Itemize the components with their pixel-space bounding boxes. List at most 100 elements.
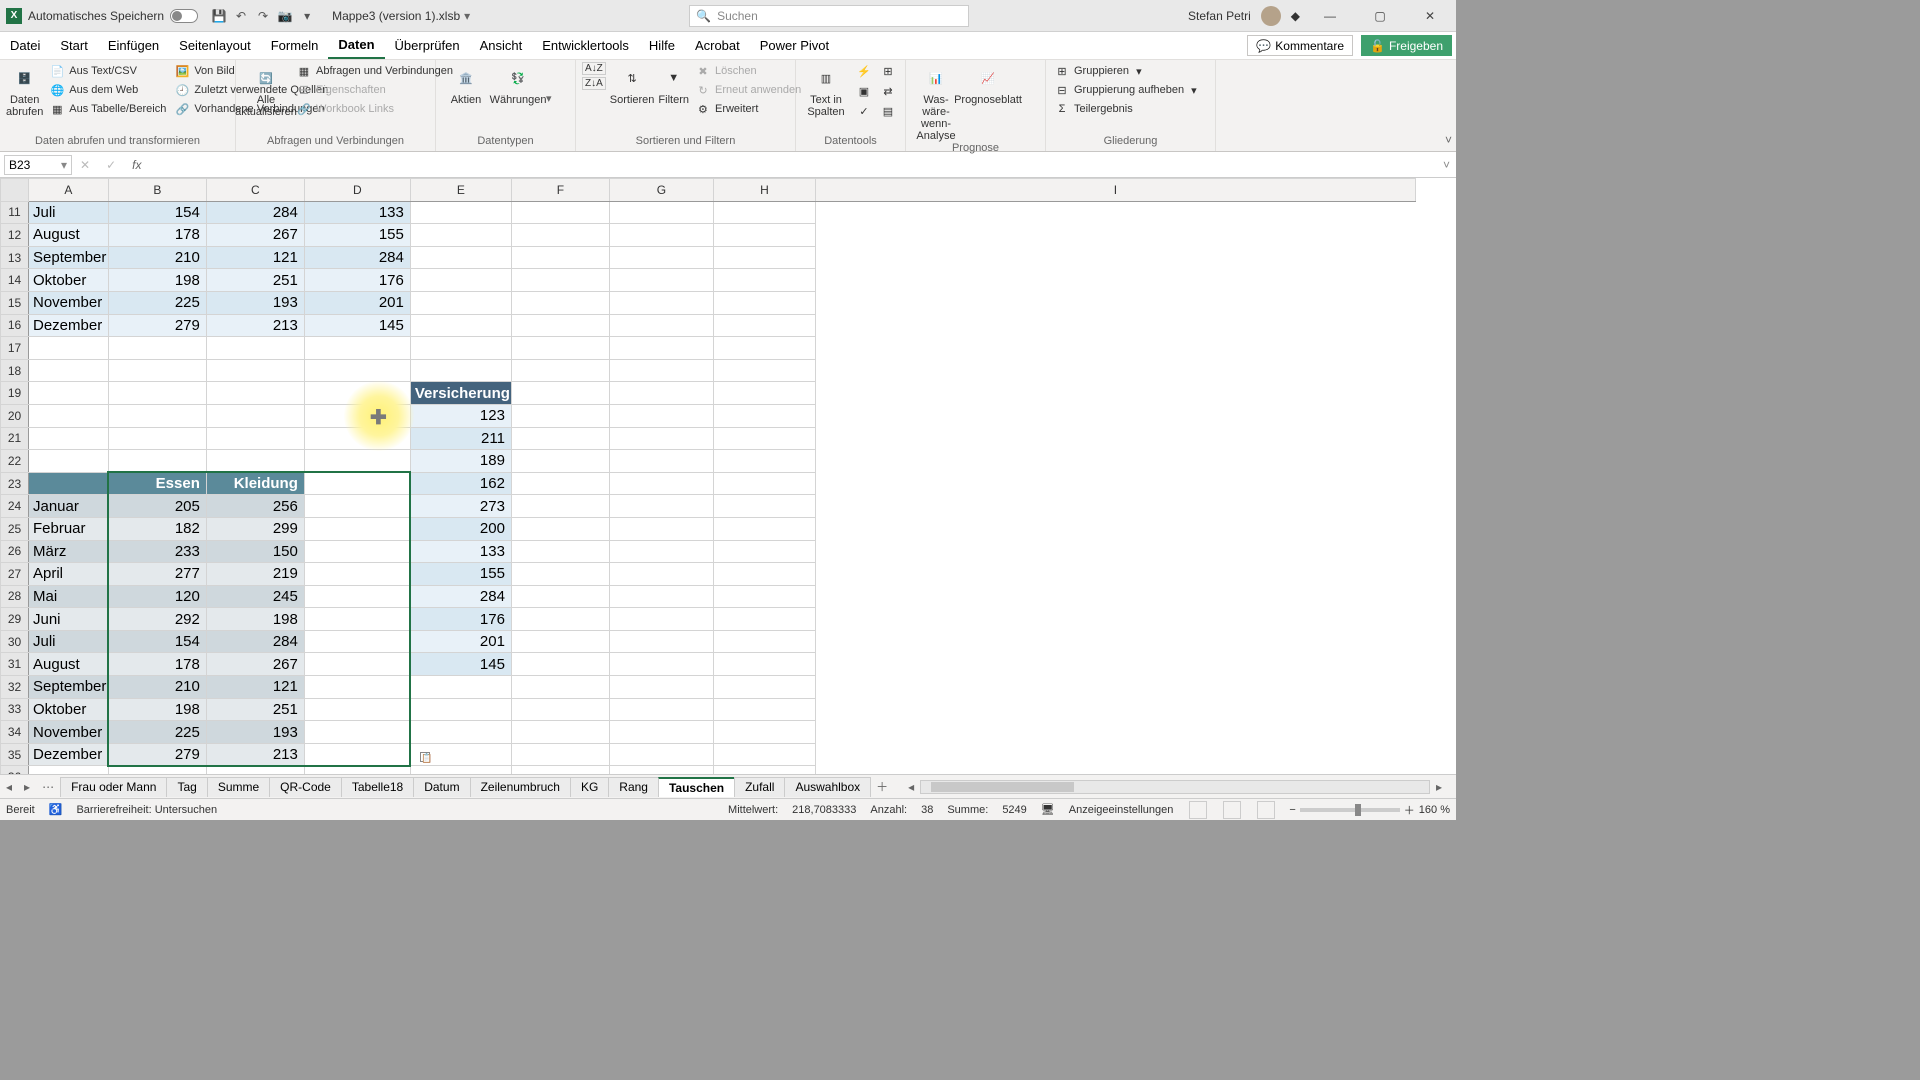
tab-hilfe[interactable]: Hilfe bbox=[639, 32, 685, 59]
row-header-29[interactable]: 29 bbox=[1, 608, 29, 631]
sheet-tab-kg[interactable]: KG bbox=[570, 777, 609, 797]
undo-icon[interactable]: ↶ bbox=[232, 7, 250, 25]
accessibility-icon[interactable]: ♿ bbox=[49, 803, 63, 816]
cell-E32[interactable] bbox=[410, 676, 511, 699]
cell-E22[interactable]: 189 bbox=[410, 450, 511, 473]
cell-B24[interactable]: 205 bbox=[108, 495, 206, 518]
cell-D23[interactable] bbox=[304, 472, 410, 495]
cell-A24[interactable]: Januar bbox=[29, 495, 109, 518]
cell-F16[interactable] bbox=[511, 314, 609, 337]
cell-C17[interactable] bbox=[206, 337, 304, 360]
cell-E25[interactable]: 200 bbox=[410, 517, 511, 540]
was-ware-wenn-button[interactable]: 📊Was-wäre-wenn-Analyse bbox=[912, 62, 960, 142]
datentools-6[interactable]: ▤ bbox=[878, 102, 898, 120]
sheet-tab-zufall[interactable]: Zufall bbox=[734, 777, 785, 797]
teilergebnis-button[interactable]: ΣTeilergebnis bbox=[1052, 100, 1199, 118]
cell-B30[interactable]: 154 bbox=[108, 630, 206, 653]
row-header-22[interactable]: 22 bbox=[1, 450, 29, 473]
cell-C16[interactable]: 213 bbox=[206, 314, 304, 337]
cell-A25[interactable]: Februar bbox=[29, 517, 109, 540]
cell-C28[interactable]: 245 bbox=[206, 585, 304, 608]
tab-entwickler[interactable]: Entwicklertools bbox=[532, 32, 639, 59]
erweitert-button[interactable]: ⚙Erweitert bbox=[693, 100, 803, 118]
wahrungen-button[interactable]: 💱Währungen bbox=[494, 62, 542, 106]
cell-C12[interactable]: 267 bbox=[206, 224, 304, 247]
cell-A35[interactable]: Dezember bbox=[29, 743, 109, 766]
cell-D30[interactable] bbox=[304, 630, 410, 653]
cell-D12[interactable]: 155 bbox=[304, 224, 410, 247]
cell-C14[interactable]: 251 bbox=[206, 269, 304, 292]
cell-H33[interactable] bbox=[713, 698, 815, 721]
cell-E30[interactable]: 201 bbox=[410, 630, 511, 653]
cell-E18[interactable] bbox=[410, 359, 511, 382]
cell-G27[interactable] bbox=[609, 563, 713, 586]
tab-powerpivot[interactable]: Power Pivot bbox=[750, 32, 839, 59]
cell-E27[interactable]: 155 bbox=[410, 563, 511, 586]
tab-formeln[interactable]: Formeln bbox=[261, 32, 329, 59]
cell-A16[interactable]: Dezember bbox=[29, 314, 109, 337]
cell-F27[interactable] bbox=[511, 563, 609, 586]
zoom-in-icon[interactable]: ＋ bbox=[1404, 802, 1415, 818]
alle-aktualisieren-button[interactable]: 🔄 Alle aktualisieren bbox=[242, 62, 290, 118]
row-header-32[interactable]: 32 bbox=[1, 676, 29, 699]
cell-A20[interactable] bbox=[29, 404, 109, 427]
sort-za-icon[interactable]: Z↓A bbox=[582, 77, 606, 90]
cell-G16[interactable] bbox=[609, 314, 713, 337]
cell-B33[interactable]: 198 bbox=[108, 698, 206, 721]
cell-C21[interactable] bbox=[206, 427, 304, 450]
kommentare-button[interactable]: 💬Kommentare bbox=[1247, 35, 1353, 56]
row-header-20[interactable]: 20 bbox=[1, 404, 29, 427]
hscroll-left-icon[interactable]: ◂ bbox=[902, 780, 920, 794]
row-header-11[interactable]: 11 bbox=[1, 201, 29, 224]
row-header-27[interactable]: 27 bbox=[1, 563, 29, 586]
cell-B35[interactable]: 279 bbox=[108, 743, 206, 766]
cell-B25[interactable]: 182 bbox=[108, 517, 206, 540]
cell-B19[interactable] bbox=[108, 382, 206, 405]
cell-D29[interactable] bbox=[304, 608, 410, 631]
tab-start[interactable]: Start bbox=[50, 32, 97, 59]
row-header-15[interactable]: 15 bbox=[1, 291, 29, 314]
cell-H12[interactable] bbox=[713, 224, 815, 247]
sort-az-icon[interactable]: A↓Z bbox=[582, 62, 606, 75]
cell-H35[interactable] bbox=[713, 743, 815, 766]
cell-E14[interactable] bbox=[410, 269, 511, 292]
cell-A31[interactable]: August bbox=[29, 653, 109, 676]
cell-C36[interactable] bbox=[206, 766, 304, 774]
cell-B20[interactable] bbox=[108, 404, 206, 427]
camera-icon[interactable]: 📷 bbox=[276, 7, 294, 25]
cell-F20[interactable] bbox=[511, 404, 609, 427]
text-in-spalten-button[interactable]: ▥Text in Spalten bbox=[802, 62, 850, 118]
cell-H28[interactable] bbox=[713, 585, 815, 608]
cell-A28[interactable]: Mai bbox=[29, 585, 109, 608]
cell-A23[interactable] bbox=[29, 472, 109, 495]
cell-E19[interactable]: Versicherung bbox=[410, 382, 511, 405]
cell-F24[interactable] bbox=[511, 495, 609, 518]
cell-D25[interactable] bbox=[304, 517, 410, 540]
cell-C11[interactable]: 284 bbox=[206, 201, 304, 224]
datentools-5[interactable]: ⇄ bbox=[878, 82, 898, 100]
cell-A26[interactable]: März bbox=[29, 540, 109, 563]
tab-ansicht[interactable]: Ansicht bbox=[470, 32, 533, 59]
cell-B23[interactable]: Essen bbox=[108, 472, 206, 495]
window-restore[interactable]: ▢ bbox=[1360, 0, 1400, 32]
cell-H22[interactable] bbox=[713, 450, 815, 473]
cell-D33[interactable] bbox=[304, 698, 410, 721]
cell-A22[interactable] bbox=[29, 450, 109, 473]
col-header-H[interactable]: H bbox=[713, 179, 815, 202]
row-header-35[interactable]: 35 bbox=[1, 743, 29, 766]
hscroll-right-icon[interactable]: ▸ bbox=[1430, 780, 1448, 794]
zoom-value[interactable]: 160 % bbox=[1419, 804, 1450, 816]
cell-H18[interactable] bbox=[713, 359, 815, 382]
row-header-23[interactable]: 23 bbox=[1, 472, 29, 495]
aus-tabelle-button[interactable]: ▦Aus Tabelle/Bereich bbox=[47, 100, 168, 118]
datentools-4[interactable]: ⊞ bbox=[878, 62, 898, 80]
cell-A13[interactable]: September bbox=[29, 246, 109, 269]
cell-E20[interactable]: 123 bbox=[410, 404, 511, 427]
cell-D21[interactable] bbox=[304, 427, 410, 450]
tab-nav-more-icon[interactable]: ⋯ bbox=[36, 780, 60, 794]
cell-F36[interactable] bbox=[511, 766, 609, 774]
row-header-34[interactable]: 34 bbox=[1, 721, 29, 744]
aus-text-csv-button[interactable]: 📄Aus Text/CSV bbox=[47, 62, 168, 80]
cell-B31[interactable]: 178 bbox=[108, 653, 206, 676]
cell-H27[interactable] bbox=[713, 563, 815, 586]
